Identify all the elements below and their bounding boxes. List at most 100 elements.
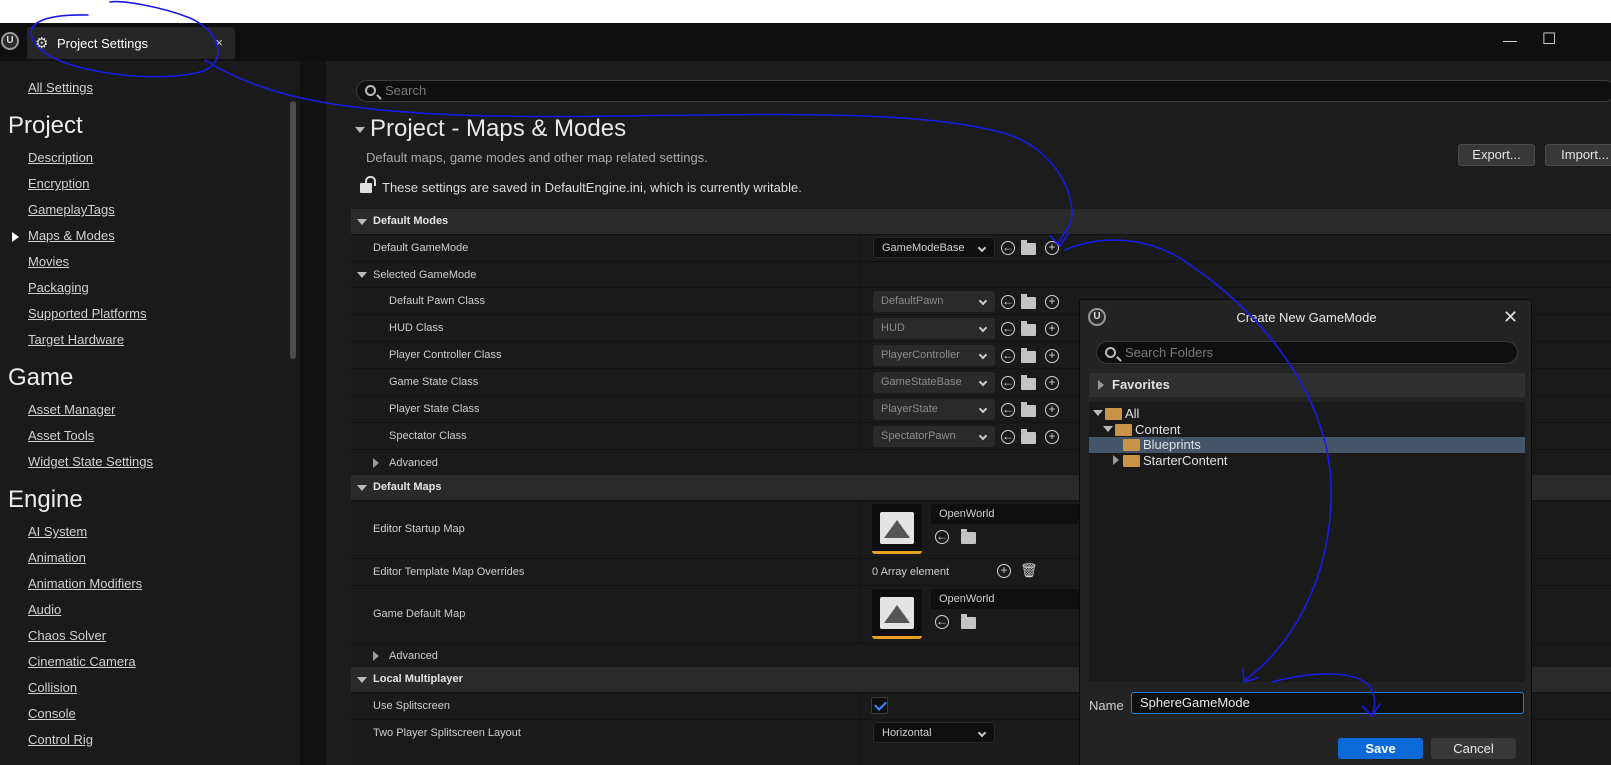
sidebar-item-movies[interactable]: Movies <box>28 254 69 269</box>
chevron-down-icon <box>978 377 988 387</box>
trash-icon[interactable]: 🗑 <box>1020 563 1038 578</box>
add-circle-icon[interactable]: + <box>997 564 1011 578</box>
property-label: Default Pawn Class <box>389 295 485 307</box>
folder-search-input[interactable]: Search Folders <box>1096 341 1518 364</box>
sidebar-item-control-rig[interactable]: Control Rig <box>28 732 93 747</box>
browse-folder-icon[interactable] <box>1021 429 1036 444</box>
map-thumbnail-icon[interactable] <box>872 589 922 639</box>
browse-folder-icon[interactable] <box>1021 240 1036 255</box>
page-subtitle: Default maps, game modes and other map r… <box>366 150 708 165</box>
dialog-title: Create New GameMode <box>1236 310 1377 325</box>
import-button[interactable]: Import... <box>1545 144 1611 166</box>
collapse-arrow-icon <box>357 677 367 683</box>
hud-class-dropdown[interactable]: HUD <box>873 318 995 339</box>
sidebar-item-description[interactable]: Description <box>28 150 93 165</box>
browse-folder-icon[interactable] <box>961 529 976 544</box>
tab-project-settings[interactable]: ⚙ Project Settings × <box>27 27 235 59</box>
sidebar-item-chaos-solver[interactable]: Chaos Solver <box>28 628 106 643</box>
add-circle-icon[interactable]: + <box>1045 322 1059 336</box>
browse-folder-icon[interactable] <box>1021 294 1036 309</box>
sidebar-item-target-hardware[interactable]: Target Hardware <box>28 332 124 347</box>
browse-arrow-icon[interactable]: ← <box>1001 295 1015 309</box>
add-circle-icon[interactable]: + <box>1045 430 1059 444</box>
browse-arrow-icon[interactable]: ← <box>1001 241 1015 255</box>
tree-label: Content <box>1135 422 1181 437</box>
cancel-button[interactable]: Cancel <box>1431 738 1516 759</box>
splitter[interactable] <box>300 61 326 765</box>
column-divider <box>859 423 860 449</box>
sidebar-item-cinematic-camera[interactable]: Cinematic Camera <box>28 654 136 669</box>
export-button[interactable]: Export... <box>1458 144 1535 166</box>
search-input[interactable]: Search <box>356 80 1611 102</box>
add-circle-icon[interactable]: + <box>1045 349 1059 363</box>
browse-arrow-icon[interactable]: ← <box>935 615 949 629</box>
browse-folder-icon[interactable] <box>961 614 976 629</box>
editor-startup-map-picker[interactable]: OpenWorld <box>931 504 1079 524</box>
favorites-header[interactable]: Favorites <box>1089 373 1525 397</box>
collapse-arrow-icon[interactable] <box>355 127 365 133</box>
property-label: Advanced <box>389 457 438 469</box>
sidebar-item-widget-state-settings[interactable]: Widget State Settings <box>28 454 153 469</box>
chevron-down-icon <box>978 296 988 306</box>
sidebar-all-settings[interactable]: All Settings <box>28 80 93 95</box>
tree-label: StarterContent <box>1143 453 1228 468</box>
unreal-logo-icon: U <box>1 32 19 50</box>
section-default-modes[interactable]: Default Modes <box>351 209 1611 234</box>
sidebar-item-packaging[interactable]: Packaging <box>28 280 89 295</box>
save-button[interactable]: Save <box>1338 738 1423 759</box>
browse-arrow-icon[interactable]: ← <box>935 530 949 544</box>
dropdown-value: Horizontal <box>882 727 932 739</box>
sidebar-item-asset-tools[interactable]: Asset Tools <box>28 428 94 443</box>
use-splitscreen-checkbox[interactable] <box>871 697 888 714</box>
add-circle-icon[interactable]: + <box>1045 376 1059 390</box>
game-default-map-picker[interactable]: OpenWorld <box>931 589 1079 609</box>
collapse-arrow-icon <box>1093 410 1103 416</box>
sidebar-item-gameplaytags[interactable]: GameplayTags <box>28 202 115 217</box>
tree-item-all[interactable]: All <box>1093 406 1139 422</box>
spectator-dropdown[interactable]: SpectatorPawn <box>873 426 995 447</box>
map-thumbnail-icon[interactable] <box>872 504 922 554</box>
tree-item-startercontent[interactable]: StarterContent <box>1113 453 1228 469</box>
group-row-selected-gamemode[interactable]: Selected GameMode <box>351 261 1611 287</box>
column-divider <box>859 288 860 314</box>
sidebar-item-encryption[interactable]: Encryption <box>28 176 89 191</box>
player-controller-dropdown[interactable]: PlayerController <box>873 345 995 366</box>
gear-icon: ⚙ <box>35 35 49 52</box>
browse-arrow-icon[interactable]: ← <box>1001 403 1015 417</box>
browse-arrow-icon[interactable]: ← <box>1001 430 1015 444</box>
section-title: Default Maps <box>373 481 442 493</box>
browse-folder-icon[interactable] <box>1021 321 1036 336</box>
tree-item-content[interactable]: Content <box>1103 422 1181 438</box>
default-gamemode-dropdown[interactable]: GameModeBase <box>873 237 995 258</box>
sidebar-item-ai-system[interactable]: AI System <box>28 524 87 539</box>
sidebar-item-collision[interactable]: Collision <box>28 680 77 695</box>
name-input[interactable]: SphereGameMode <box>1131 692 1524 714</box>
two-player-layout-dropdown[interactable]: Horizontal <box>873 722 995 743</box>
minimize-button[interactable]: — <box>1503 32 1517 48</box>
close-icon[interactable]: × <box>215 35 223 50</box>
sidebar-item-audio[interactable]: Audio <box>28 602 61 617</box>
sidebar-item-console[interactable]: Console <box>28 706 76 721</box>
default-pawn-dropdown[interactable]: DefaultPawn <box>873 291 995 312</box>
sidebar-scrollbar[interactable] <box>290 101 296 359</box>
sidebar-item-animation-modifiers[interactable]: Animation Modifiers <box>28 576 142 591</box>
sidebar-item-asset-manager[interactable]: Asset Manager <box>28 402 115 417</box>
game-state-dropdown[interactable]: GameStateBase <box>873 372 995 393</box>
player-state-dropdown[interactable]: PlayerState <box>873 399 995 420</box>
browse-folder-icon[interactable] <box>1021 402 1036 417</box>
browse-folder-icon[interactable] <box>1021 375 1036 390</box>
tree-item-blueprints[interactable]: Blueprints <box>1123 437 1201 453</box>
maximize-button[interactable]: ☐ <box>1542 29 1556 49</box>
browse-arrow-icon[interactable]: ← <box>1001 349 1015 363</box>
sidebar-item-supported-platforms[interactable]: Supported Platforms <box>28 306 147 321</box>
browse-arrow-icon[interactable]: ← <box>1001 322 1015 336</box>
browse-arrow-icon[interactable]: ← <box>1001 376 1015 390</box>
browse-folder-icon[interactable] <box>1021 348 1036 363</box>
sidebar-item-maps-modes[interactable]: Maps & Modes <box>28 228 115 243</box>
add-circle-icon[interactable]: + <box>1045 295 1059 309</box>
close-icon[interactable]: ✕ <box>1503 307 1518 328</box>
folder-icon <box>1115 423 1132 436</box>
add-circle-icon[interactable]: + <box>1045 241 1059 255</box>
add-circle-icon[interactable]: + <box>1045 403 1059 417</box>
sidebar-item-animation[interactable]: Animation <box>28 550 86 565</box>
